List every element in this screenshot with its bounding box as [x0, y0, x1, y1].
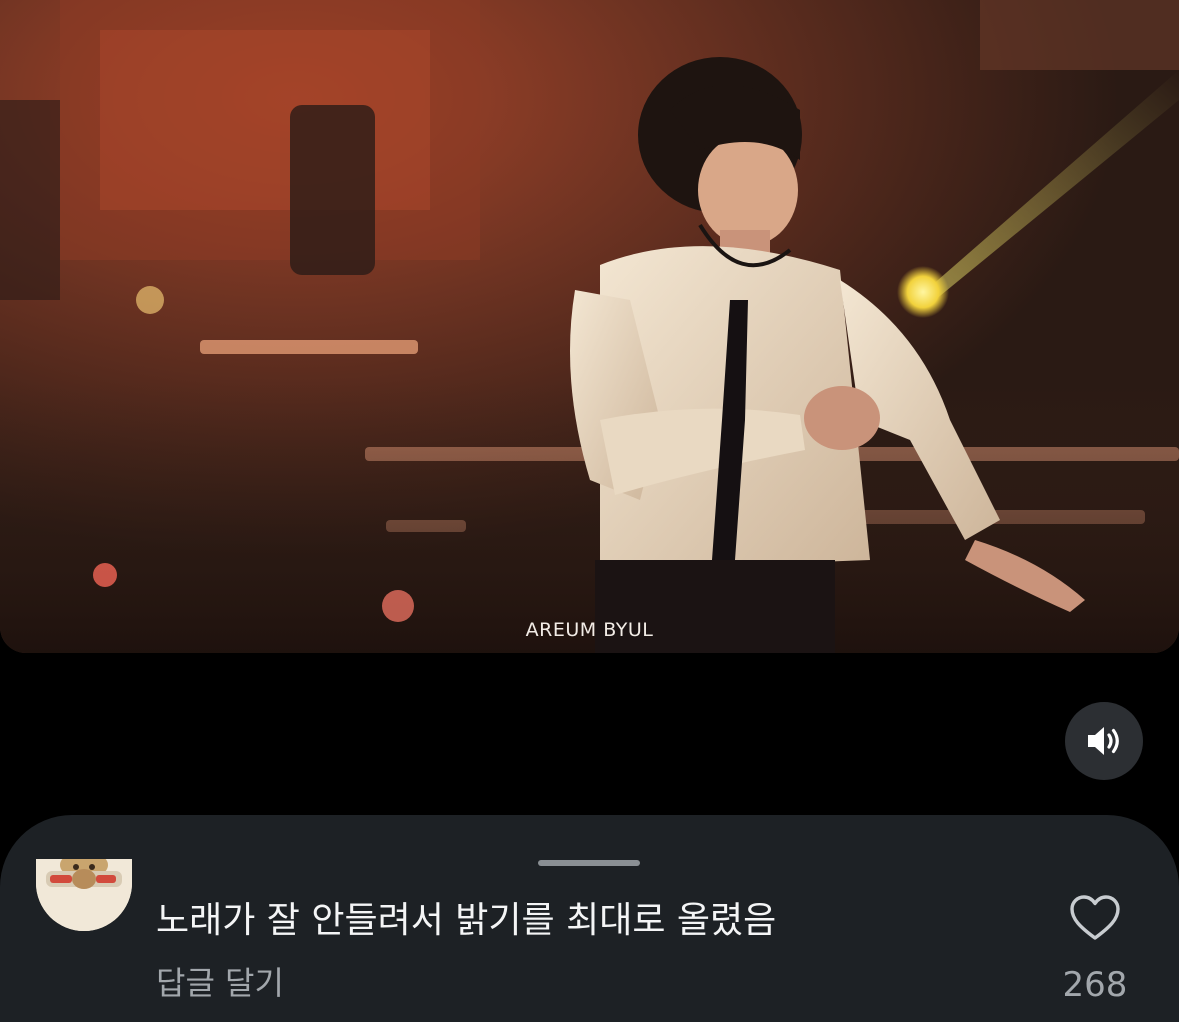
avatar-image — [36, 859, 132, 931]
video-watermark: AREUM BYUL — [525, 619, 654, 641]
video-frame-image — [0, 0, 1179, 653]
sound-toggle-button[interactable] — [1065, 702, 1143, 780]
avatar[interactable] — [36, 859, 132, 931]
reply-button[interactable]: 답글 달기 — [156, 958, 284, 1004]
screen: AREUM BYUL 노래가 잘 안들려서 밝기를 최대로 올렸음 답글 달기 … — [0, 0, 1179, 1022]
video-player[interactable]: AREUM BYUL — [0, 0, 1179, 653]
comment-text: 노래가 잘 안들려서 밝기를 최대로 올렸음 — [156, 900, 777, 941]
like-count: 268 — [1062, 965, 1128, 1005]
comments-sheet: 노래가 잘 안들려서 밝기를 최대로 올렸음 답글 달기 268 — [0, 815, 1179, 1022]
like-button[interactable] — [1068, 893, 1122, 943]
speaker-sound-on-icon — [1088, 727, 1119, 755]
heart-outline-icon — [1070, 895, 1120, 940]
sheet-drag-handle[interactable] — [538, 860, 640, 866]
